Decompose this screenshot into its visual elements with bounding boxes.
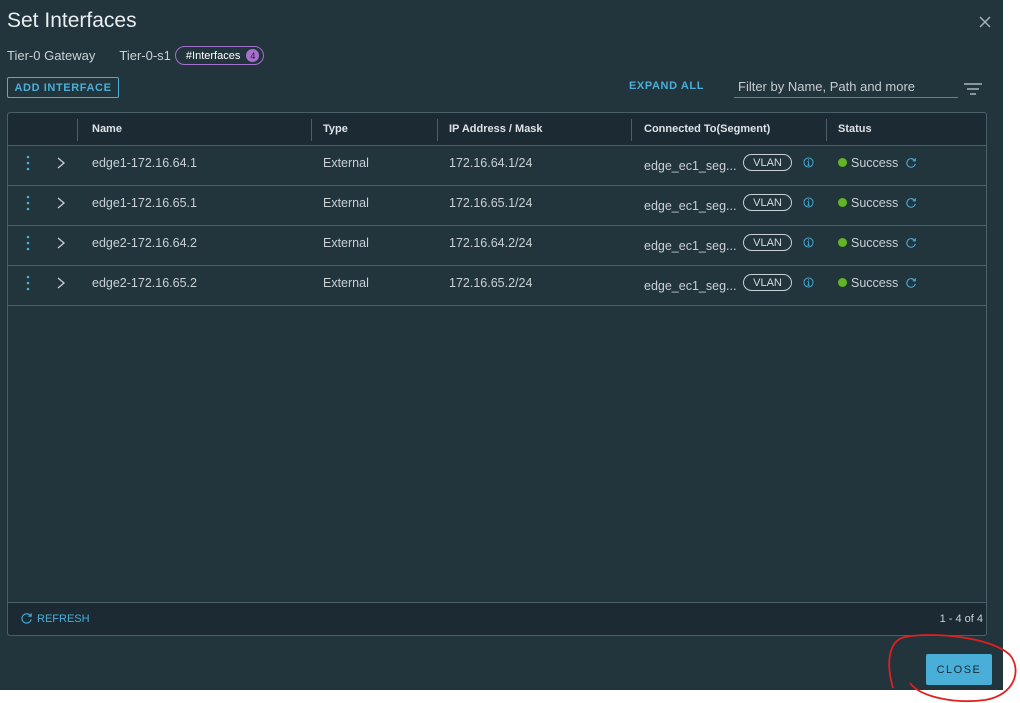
add-interface-button[interactable]: ADD INTERFACE [7,77,119,98]
pagination-info: 1 - 4 of 4 [939,613,983,625]
breadcrumb: Tier-0 Gateway Tier-0-s1 #Interfaces 4 [7,46,265,65]
cell-status: Success [838,186,917,219]
cell-segment[interactable]: edge_ec1_seg... [644,149,736,182]
cell-name: edge1-172.16.65.1 [92,195,197,210]
row-actions-icon[interactable] [24,234,32,252]
refresh-status-icon[interactable] [905,197,917,209]
vlan-badge: VLAN [743,234,792,251]
table-row[interactable]: edge2-172.16.65.2 External 172.16.65.2/2… [8,266,986,306]
interfaces-count-pill: #Interfaces 4 [174,46,265,65]
refresh-status-icon[interactable] [905,277,917,289]
cell-type: External [323,235,369,250]
info-icon[interactable] [803,157,814,168]
refresh-status-icon[interactable] [905,237,917,249]
table-row[interactable]: edge2-172.16.64.2 External 172.16.64.2/2… [8,226,986,266]
success-status-dot-icon [838,238,847,247]
column-separator [631,119,632,141]
info-icon[interactable] [803,237,814,248]
column-separator [311,119,312,141]
info-icon[interactable] [803,197,814,208]
column-separator [437,119,438,141]
cell-ip: 172.16.65.2/24 [449,275,533,290]
interfaces-pill-label: #Interfaces [185,49,241,62]
vlan-badge: VLAN [743,154,792,171]
table-row[interactable]: edge1-172.16.64.1 External 172.16.64.1/2… [8,146,986,186]
row-actions-icon[interactable] [24,274,32,292]
cell-type: External [323,195,369,210]
success-status-dot-icon [838,198,847,207]
gateway-type-label: Tier-0 Gateway [7,48,96,63]
cell-name: edge1-172.16.64.1 [92,155,197,170]
expand-row-icon[interactable] [55,236,67,250]
success-status-dot-icon [838,158,847,167]
refresh-label: REFRESH [37,612,90,625]
set-interfaces-dialog: Set Interfaces Tier-0 Gateway Tier-0-s1 … [0,0,1003,690]
success-status-dot-icon [838,278,847,287]
row-actions-icon[interactable] [24,154,32,172]
cell-ip: 172.16.64.1/24 [449,155,533,170]
vlan-badge: VLAN [743,274,792,291]
cell-segment[interactable]: edge_ec1_seg... [644,269,736,302]
cell-status: Success [838,146,917,179]
cell-status: Success [838,266,917,299]
cell-name: edge2-172.16.65.2 [92,275,197,290]
cell-status: Success [838,226,917,259]
cell-name: edge2-172.16.64.2 [92,235,197,250]
status-label: Success [851,195,899,210]
cell-segment[interactable]: edge_ec1_seg... [644,189,736,222]
status-label: Success [851,235,899,250]
info-icon[interactable] [803,277,814,288]
cell-segment[interactable]: edge_ec1_seg... [644,229,736,262]
column-header-status[interactable]: Status [838,113,872,145]
expand-all-link[interactable]: EXPAND ALL [629,80,704,92]
cell-ip: 172.16.64.2/24 [449,235,533,250]
cell-type: External [323,275,369,290]
expand-row-icon[interactable] [55,196,67,210]
interfaces-count-badge: 4 [246,49,260,62]
vlan-badge: VLAN [743,194,792,211]
gateway-name-label: Tier-0-s1 [119,48,171,63]
dialog-title: Set Interfaces [7,9,137,32]
close-button[interactable]: CLOSE [926,654,992,685]
refresh-icon [21,613,32,624]
table-row[interactable]: edge1-172.16.65.1 External 172.16.65.1/2… [8,186,986,226]
close-icon[interactable] [977,14,993,30]
status-label: Success [851,275,899,290]
row-actions-icon[interactable] [24,194,32,212]
table-footer: REFRESH 1 - 4 of 4 [8,602,986,635]
expand-row-icon[interactable] [55,156,67,170]
column-header-segment[interactable]: Connected To(Segment) [644,113,770,145]
column-header-type[interactable]: Type [323,113,348,145]
column-separator [826,119,827,141]
expand-row-icon[interactable] [55,276,67,290]
filter-input[interactable] [734,76,958,98]
refresh-button[interactable]: REFRESH [20,612,90,625]
table-header: Name Type IP Address / Mask Connected To… [8,113,986,146]
interfaces-table: Name Type IP Address / Mask Connected To… [7,112,987,636]
column-separator [77,119,78,141]
status-label: Success [851,155,899,170]
filter-icon[interactable] [963,82,983,96]
cell-type: External [323,155,369,170]
cell-ip: 172.16.65.1/24 [449,195,533,210]
column-header-name[interactable]: Name [92,113,122,145]
column-header-ip[interactable]: IP Address / Mask [449,113,543,145]
refresh-status-icon[interactable] [905,157,917,169]
